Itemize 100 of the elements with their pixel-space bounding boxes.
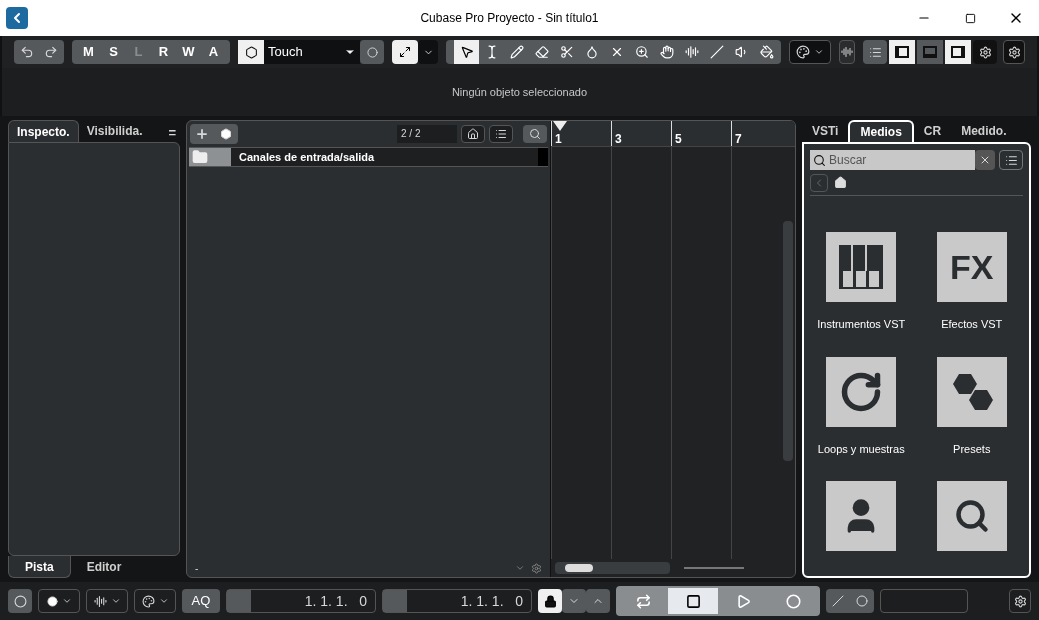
media-tile[interactable] [826, 481, 897, 551]
keyboard-button[interactable] [863, 40, 887, 64]
mode-button[interactable]: A [201, 41, 226, 63]
media-tile[interactable] [826, 356, 897, 427]
app-logo-icon [6, 7, 28, 29]
settings-button[interactable] [1009, 589, 1031, 613]
search-field[interactable]: Buscar [826, 150, 975, 170]
clear-button[interactable] [975, 150, 995, 170]
tab[interactable]: CR [913, 120, 952, 142]
media-tile[interactable] [936, 481, 1007, 551]
ruler-mark: 3 [611, 121, 671, 146]
tab[interactable]: Visibilida. [78, 120, 151, 142]
left-locator-field[interactable]: 1. 1. 1. 0 [226, 589, 376, 613]
right-locator-field[interactable]: 1. 1. 1. 0 [382, 589, 532, 613]
scissors-icon [559, 45, 574, 59]
caret-icon [110, 596, 121, 606]
cycle-icon [635, 593, 651, 609]
snap-icon [399, 46, 411, 58]
settings-icon [978, 45, 992, 59]
aq-button[interactable]: AQ [182, 589, 220, 613]
sync-button[interactable] [8, 589, 32, 613]
zone-icon [895, 46, 909, 58]
search-button[interactable] [523, 125, 547, 143]
tool-button[interactable] [454, 40, 479, 64]
lock-icon [543, 594, 557, 608]
tab[interactable]: Editor [70, 556, 138, 578]
automation-settings-button[interactable] [360, 40, 384, 64]
track-row[interactable]: Canales de entrada/salida [189, 147, 548, 167]
groove-button[interactable] [839, 40, 855, 64]
track-name: Canales de entrada/salida [238, 149, 375, 165]
mode-button[interactable]: R [151, 41, 176, 63]
search-icon [813, 153, 826, 167]
house-icon [467, 128, 479, 140]
mode-button[interactable]: S [101, 41, 126, 63]
playhead-icon [553, 121, 567, 133]
tile-label: Loops y muestras [817, 441, 905, 457]
undo-icon [20, 45, 34, 59]
track-count: 2 / 2 [397, 125, 457, 143]
list-button[interactable] [489, 125, 513, 143]
mode-button[interactable]: M [76, 41, 101, 63]
record-icon [785, 593, 801, 609]
caret-icon [61, 596, 72, 606]
settings-icon [1007, 45, 1021, 59]
paint-bucket-icon [759, 45, 774, 59]
zone-toggle-button[interactable] [945, 40, 971, 64]
ruler-mark: 7 [731, 121, 791, 146]
tab[interactable]: Inspecto. [8, 120, 79, 142]
list-icon [495, 128, 507, 140]
redo-icon [44, 45, 58, 59]
info-line: Ningún objeto seleccionado [451, 84, 588, 100]
pencil-icon [509, 45, 524, 59]
footer-text: - [195, 561, 199, 576]
automation-mode-dropdown[interactable]: Touch [264, 40, 360, 64]
wave-icon [93, 594, 107, 608]
droplet-icon [584, 45, 599, 59]
tab[interactable]: Pista [8, 556, 71, 578]
clear-icon [979, 154, 991, 166]
menu-icon[interactable]: = [168, 122, 176, 142]
tab[interactable]: Medios [848, 120, 914, 142]
tab[interactable]: Medido. [951, 120, 1017, 142]
lock-button[interactable] [538, 589, 562, 613]
window-title: Cubase Pro Proyecto - Sin título1 [419, 10, 600, 27]
caret-icon [814, 47, 824, 57]
list-view-button[interactable] [999, 150, 1023, 170]
wave-icon [841, 46, 853, 58]
settings-icon [1013, 594, 1027, 608]
punch-out-button[interactable] [586, 589, 610, 613]
tile-label: Efectos VST [941, 317, 1003, 332]
horizontal-scrollbar[interactable] [555, 562, 670, 574]
line-icon [709, 45, 724, 59]
plus-icon [195, 127, 209, 141]
tile-label: Presets [953, 441, 991, 457]
media-tile[interactable]: FX [936, 232, 1007, 302]
piano-icon [839, 245, 884, 289]
automation-icon [238, 40, 264, 64]
search-icon [529, 128, 541, 140]
record-icon [46, 595, 58, 607]
eraser-icon [534, 45, 549, 59]
hand-icon [659, 45, 674, 59]
transport-button[interactable] [668, 588, 718, 614]
snap-mode-button[interactable] [392, 40, 418, 64]
settings-button[interactable] [1003, 40, 1025, 64]
tab[interactable]: VSTi [802, 120, 849, 142]
midi-dropdown[interactable] [134, 589, 176, 613]
hexagon-icon [220, 128, 232, 140]
zone-settings-button[interactable] [973, 40, 997, 64]
mode-button[interactable]: W [176, 41, 201, 63]
media-tile[interactable] [826, 232, 897, 302]
zone-toggle-button[interactable] [889, 40, 915, 64]
audio-lines-icon [684, 45, 699, 59]
media-tile[interactable] [936, 356, 1007, 427]
zone-toggle-button[interactable] [917, 40, 943, 64]
visibility-button[interactable] [461, 125, 485, 143]
audio-dropdown[interactable] [86, 589, 128, 613]
record-mode-dropdown[interactable] [38, 589, 80, 613]
ruler-mark: 1 [551, 121, 611, 146]
fx-icon: FX [950, 241, 994, 293]
vertical-scrollbar[interactable] [783, 221, 793, 461]
caret-icon [158, 596, 169, 606]
list-icon [1004, 153, 1018, 167]
